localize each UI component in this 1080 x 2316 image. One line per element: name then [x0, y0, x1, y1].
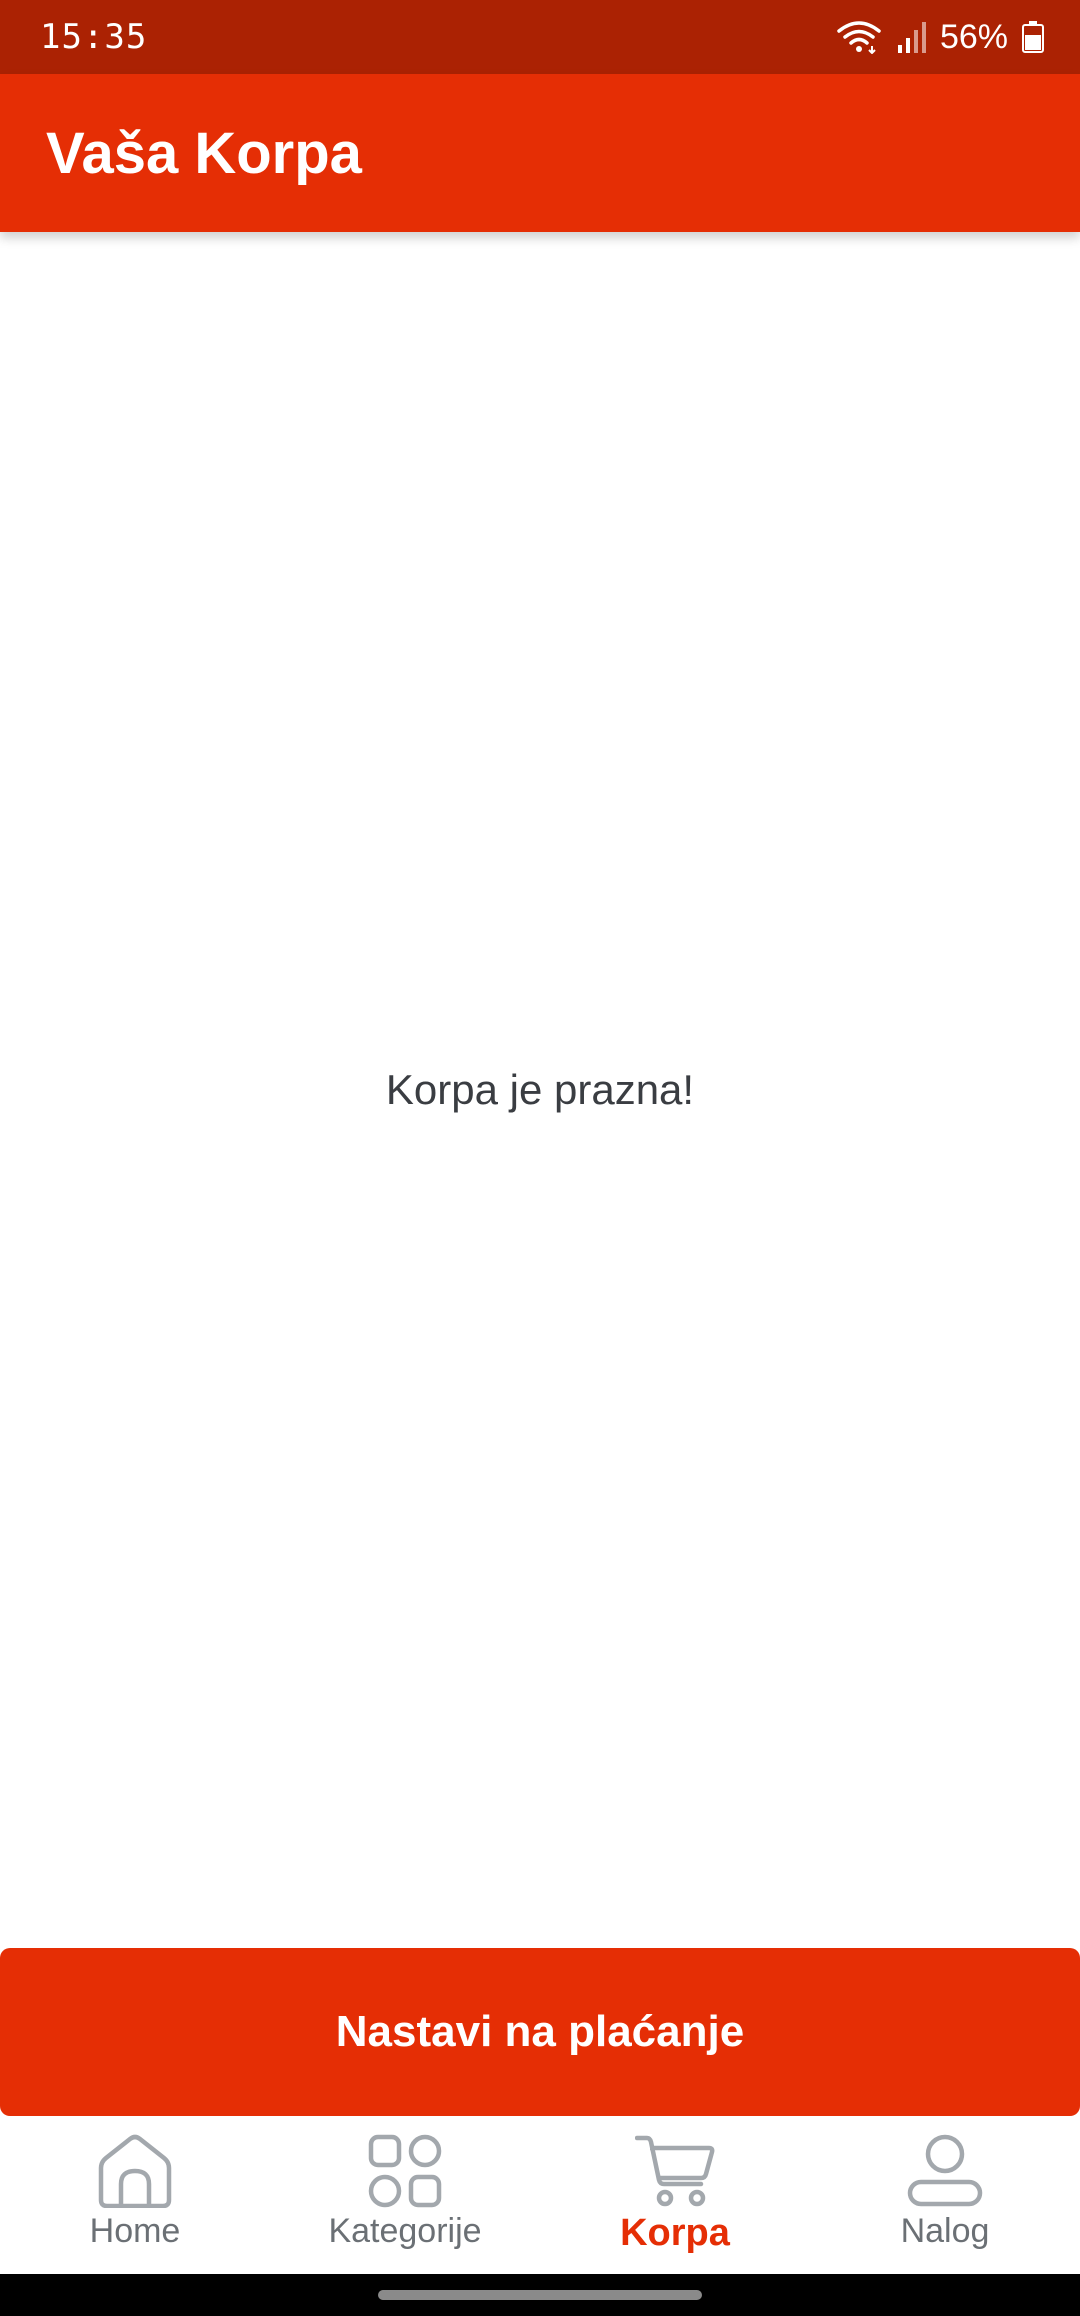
battery-icon: [1022, 21, 1044, 53]
nav-label-home: Home: [89, 2212, 181, 2250]
home-gesture-handle[interactable]: [378, 2290, 702, 2300]
proceed-to-payment-button[interactable]: Nastavi na plaćanje: [0, 1948, 1080, 2116]
battery-percentage: 56%: [939, 17, 1008, 56]
system-navigation-bar: [0, 2274, 1080, 2316]
nav-item-categories[interactable]: Kategorije: [270, 2116, 540, 2274]
nav-label-cart: Korpa: [620, 2212, 730, 2254]
nav-label-account: Nalog: [900, 2212, 990, 2250]
empty-cart-message: Korpa je prazna!: [385, 1065, 695, 1113]
status-time: 15:35: [40, 17, 148, 57]
wifi-icon: [836, 20, 882, 54]
status-indicators: 56%: [836, 18, 1044, 57]
signal-icon: [896, 21, 926, 53]
page-title: Vaša Korpa: [46, 120, 362, 186]
account-icon: [906, 2134, 984, 2208]
nav-item-account[interactable]: Nalog: [810, 2116, 1080, 2274]
home-icon: [96, 2134, 174, 2208]
nav-label-categories: Kategorije: [328, 2212, 482, 2250]
status-bar: 15:35 56%: [0, 0, 1080, 74]
nav-item-home[interactable]: Home: [0, 2116, 270, 2274]
cart-icon: [635, 2134, 715, 2208]
cart-content: Korpa je prazna!: [0, 232, 1080, 1948]
nav-item-cart[interactable]: Korpa: [540, 2116, 810, 2274]
app-bar: Vaša Korpa: [0, 74, 1080, 232]
categories-icon: [366, 2134, 444, 2208]
bottom-navigation: Home Kategorije Korpa Nalog: [0, 2116, 1080, 2274]
